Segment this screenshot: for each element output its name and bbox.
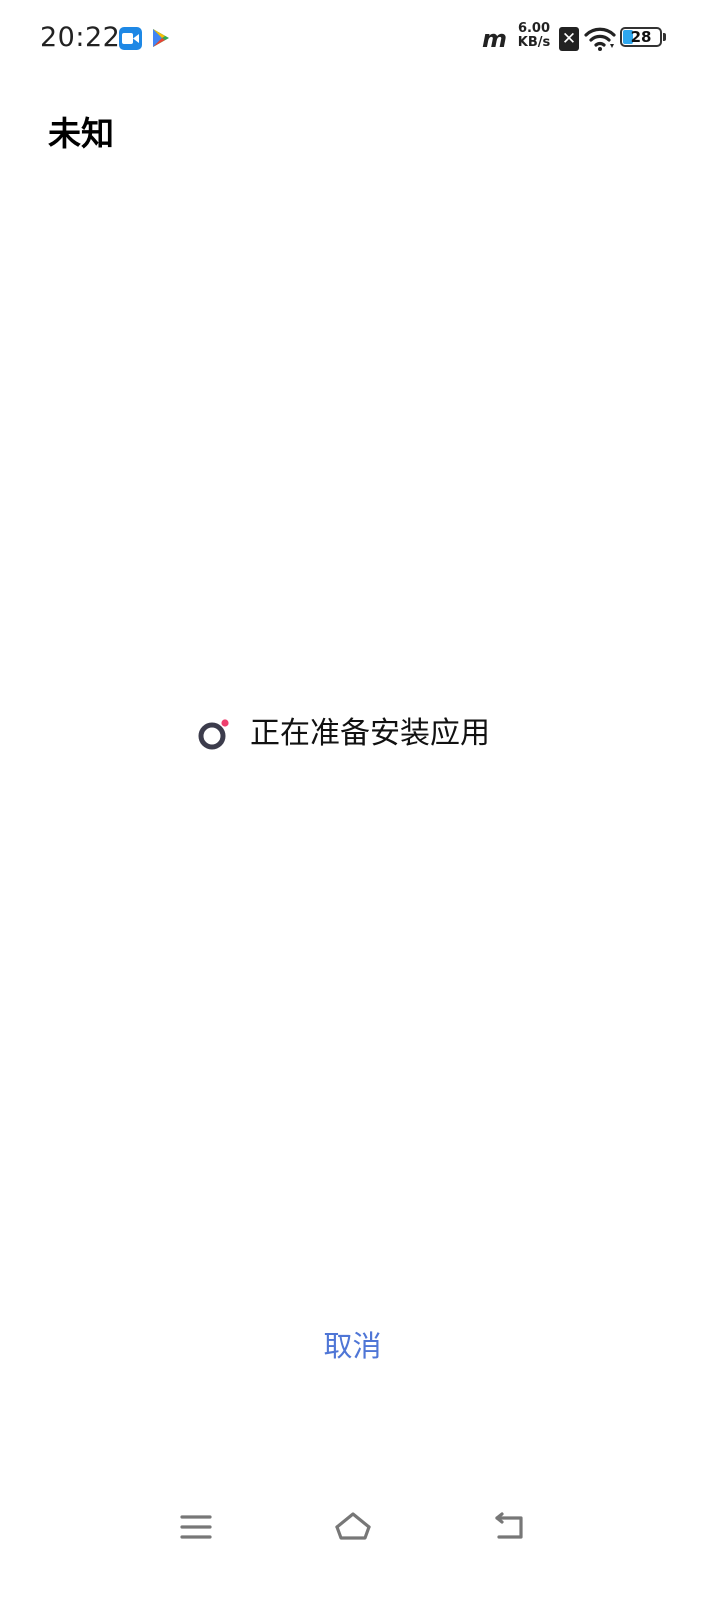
battery-level: 28 bbox=[630, 28, 652, 46]
navigation-bar bbox=[0, 1490, 720, 1570]
install-progress: 正在准备安装应用 bbox=[196, 712, 490, 756]
install-status-text: 正在准备安装应用 bbox=[250, 716, 490, 751]
play-store-icon bbox=[152, 28, 170, 52]
back-icon[interactable] bbox=[480, 1500, 540, 1554]
wifi-icon bbox=[584, 26, 616, 56]
home-icon[interactable] bbox=[323, 1500, 383, 1554]
signal-icon: m bbox=[482, 25, 507, 53]
battery-icon: 28 bbox=[620, 27, 662, 47]
status-bar: 20:22 m 6.00 KB/s ✕ 28 bbox=[0, 0, 720, 80]
video-call-icon bbox=[119, 27, 142, 50]
status-clock: 20:22 bbox=[40, 22, 121, 53]
network-speed-value: 6.00 bbox=[517, 21, 551, 36]
menu-icon[interactable] bbox=[166, 1500, 226, 1554]
page-title: 未知 bbox=[48, 114, 114, 153]
network-speed: 6.00 KB/s bbox=[514, 22, 554, 50]
cancel-button[interactable]: 取消 bbox=[300, 1320, 405, 1372]
sim-error-icon: ✕ bbox=[559, 27, 579, 51]
network-speed-unit: KB/s bbox=[517, 35, 551, 50]
battery-tip bbox=[663, 33, 666, 41]
loading-spinner-icon bbox=[196, 717, 230, 751]
